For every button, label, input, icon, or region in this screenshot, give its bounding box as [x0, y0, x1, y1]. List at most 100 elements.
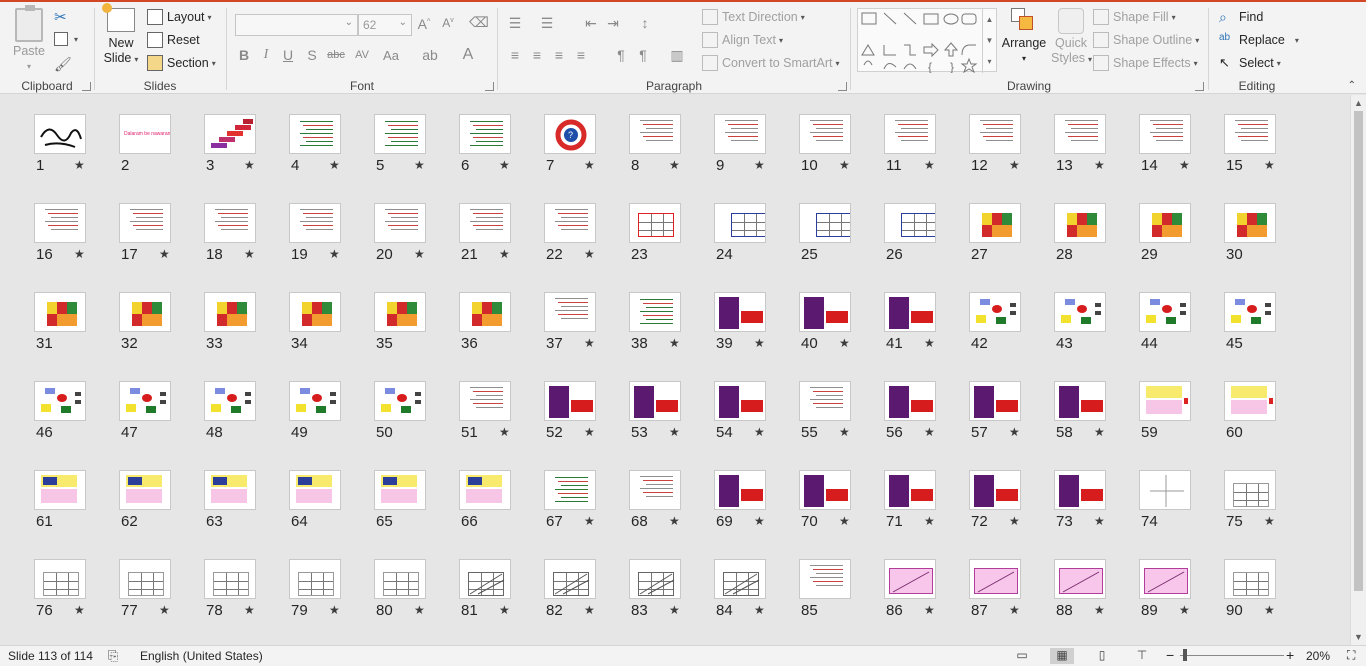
- slide-thumbnail[interactable]: [1224, 292, 1276, 332]
- transition-star-icon[interactable]: ★: [244, 158, 255, 172]
- transition-star-icon[interactable]: ★: [414, 247, 425, 261]
- slide-thumbnail[interactable]: [119, 381, 171, 421]
- slide-thumbnail[interactable]: [119, 559, 171, 599]
- slide-thumbnail[interactable]: [969, 381, 1021, 421]
- layout-button[interactable]: Layout ▾: [147, 9, 212, 25]
- slide-thumbnail[interactable]: [1224, 381, 1276, 421]
- slide-thumbnail[interactable]: [459, 114, 511, 154]
- slide-thumbnail[interactable]: [34, 559, 86, 599]
- slide-thumbnail[interactable]: [374, 203, 426, 243]
- transition-star-icon[interactable]: ★: [924, 158, 935, 172]
- slide-thumbnail[interactable]: [884, 381, 936, 421]
- transition-star-icon[interactable]: ★: [584, 603, 595, 617]
- transition-star-icon[interactable]: ★: [499, 158, 510, 172]
- slide-thumbnail[interactable]: [714, 381, 766, 421]
- transition-star-icon[interactable]: ★: [1009, 514, 1020, 528]
- slideshow-view-icon[interactable]: ⊤: [1130, 648, 1154, 664]
- bold-button[interactable]: B: [235, 47, 253, 63]
- align-right-icon[interactable]: ≡: [550, 47, 568, 63]
- slide-thumbnail[interactable]: [1224, 470, 1276, 510]
- slide-thumbnail[interactable]: [1139, 381, 1191, 421]
- align-center-icon[interactable]: ≡: [528, 47, 546, 63]
- slide-thumbnail[interactable]: [629, 381, 681, 421]
- italic-button[interactable]: I: [257, 47, 275, 63]
- transition-star-icon[interactable]: ★: [754, 425, 765, 439]
- font-size-field[interactable]: 62 ⌄: [358, 14, 412, 36]
- slide-thumbnail[interactable]: [799, 114, 851, 154]
- slide-thumbnail[interactable]: [544, 559, 596, 599]
- slide-thumbnail[interactable]: [799, 292, 851, 332]
- slide-thumbnail[interactable]: [714, 114, 766, 154]
- slide-thumbnail[interactable]: [969, 559, 1021, 599]
- slide-thumbnail[interactable]: [374, 381, 426, 421]
- transition-star-icon[interactable]: ★: [499, 425, 510, 439]
- reset-button[interactable]: Reset: [147, 32, 200, 48]
- drawing-launcher-icon[interactable]: [1195, 82, 1204, 91]
- copy-dropdown-icon[interactable]: ▾: [74, 35, 78, 44]
- slide-thumbnail[interactable]: [714, 203, 766, 243]
- slide-thumbnail[interactable]: [1054, 292, 1106, 332]
- transition-star-icon[interactable]: ★: [584, 514, 595, 528]
- transition-star-icon[interactable]: ★: [1094, 514, 1105, 528]
- font-color-icon[interactable]: A: [459, 46, 477, 64]
- arrange-button[interactable]: Arrange ▾: [1001, 8, 1047, 66]
- slide-thumbnail[interactable]: [204, 559, 256, 599]
- slide-thumbnail[interactable]: [1054, 203, 1106, 243]
- transition-star-icon[interactable]: ★: [839, 425, 850, 439]
- transition-star-icon[interactable]: ★: [1009, 603, 1020, 617]
- slide-thumbnail[interactable]: [459, 381, 511, 421]
- slide-thumbnail[interactable]: [119, 203, 171, 243]
- transition-star-icon[interactable]: ★: [1264, 514, 1275, 528]
- rtl-icon[interactable]: ¶: [634, 47, 652, 63]
- transition-star-icon[interactable]: ★: [839, 336, 850, 350]
- slide-thumbnail[interactable]: [289, 203, 341, 243]
- slide-thumbnail[interactable]: [884, 203, 936, 243]
- scrollbar-thumb[interactable]: [1354, 111, 1363, 591]
- find-button[interactable]: ⌕ Find: [1219, 9, 1263, 25]
- slide-thumbnail[interactable]: [459, 292, 511, 332]
- zoom-slider[interactable]: [1180, 655, 1284, 656]
- clipboard-launcher-icon[interactable]: [82, 82, 91, 91]
- transition-star-icon[interactable]: ★: [924, 425, 935, 439]
- highlight-icon[interactable]: ab: [421, 47, 439, 63]
- paste-button[interactable]: Paste ▾: [8, 5, 50, 74]
- transition-star-icon[interactable]: ★: [244, 247, 255, 261]
- transition-star-icon[interactable]: ★: [754, 603, 765, 617]
- transition-star-icon[interactable]: ★: [414, 603, 425, 617]
- fit-to-window-icon[interactable]: ⛶: [1347, 648, 1355, 663]
- transition-star-icon[interactable]: ★: [669, 603, 680, 617]
- transition-star-icon[interactable]: ★: [499, 247, 510, 261]
- shadow-button[interactable]: S: [303, 47, 321, 63]
- slide-thumbnail[interactable]: [629, 203, 681, 243]
- shape-effects-button[interactable]: Shape Effects ▾: [1093, 55, 1198, 71]
- slide-thumbnail[interactable]: [1139, 470, 1191, 510]
- transition-star-icon[interactable]: ★: [669, 158, 680, 172]
- slide-thumbnail[interactable]: [544, 292, 596, 332]
- transition-star-icon[interactable]: ★: [74, 247, 85, 261]
- slide-thumbnail[interactable]: [1054, 470, 1106, 510]
- section-button[interactable]: Section ▾: [147, 55, 216, 71]
- slide-thumbnail[interactable]: [884, 559, 936, 599]
- align-text-button[interactable]: Align Text ▾: [702, 32, 783, 48]
- slide-thumbnail[interactable]: [204, 114, 256, 154]
- transition-star-icon[interactable]: ★: [924, 603, 935, 617]
- transition-star-icon[interactable]: ★: [584, 247, 595, 261]
- slide-thumbnail[interactable]: [459, 203, 511, 243]
- slide-thumbnail[interactable]: [34, 292, 86, 332]
- zoom-level[interactable]: 20%: [1306, 649, 1330, 663]
- replace-button[interactable]: ab Replace ▾: [1219, 32, 1299, 48]
- numbering-icon[interactable]: ☰: [538, 15, 556, 32]
- slide-thumbnail[interactable]: [1054, 381, 1106, 421]
- select-button[interactable]: ↖ Select ▾: [1219, 55, 1281, 71]
- transition-star-icon[interactable]: ★: [414, 158, 425, 172]
- increase-font-icon[interactable]: A^: [415, 16, 433, 32]
- slide-thumbnail[interactable]: [629, 470, 681, 510]
- slide-thumbnail[interactable]: [459, 559, 511, 599]
- transition-star-icon[interactable]: ★: [1094, 603, 1105, 617]
- spelling-icon[interactable]: ⎘: [108, 648, 118, 664]
- shapes-gallery[interactable]: {} ▲ ▼ ▾: [857, 8, 997, 74]
- character-spacing-button[interactable]: AV: [351, 49, 373, 61]
- slide-thumbnail[interactable]: [799, 203, 851, 243]
- slide-thumbnail[interactable]: [969, 470, 1021, 510]
- change-case-button[interactable]: Aa: [379, 48, 403, 63]
